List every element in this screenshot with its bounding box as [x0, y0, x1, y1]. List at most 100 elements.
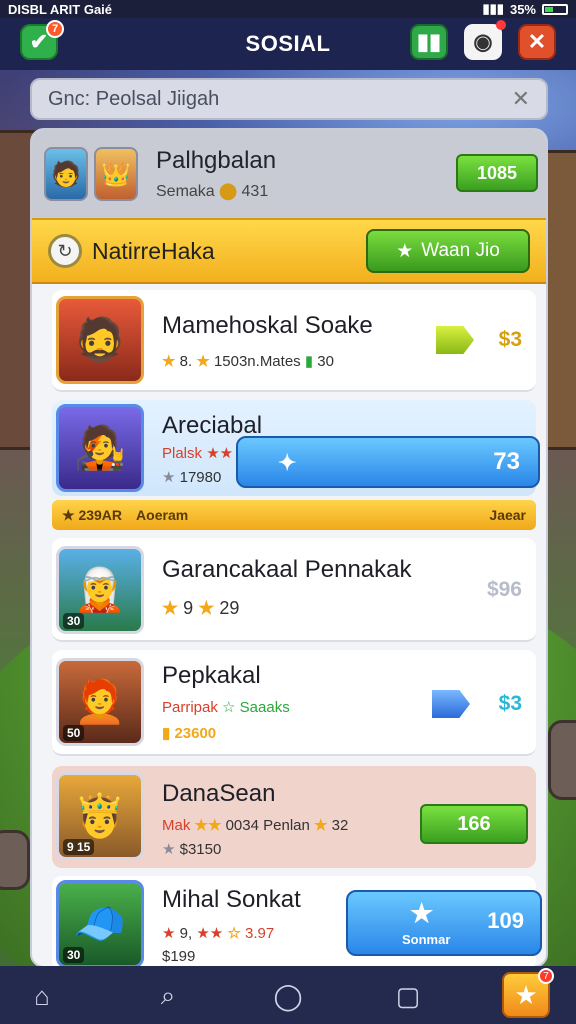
avatar: 🧑‍🦰 50: [56, 658, 144, 746]
player-value-button[interactable]: 166: [420, 804, 528, 844]
clear-icon[interactable]: ✕: [512, 86, 530, 112]
player-stat: 1503n.Mates: [213, 353, 301, 370]
star-icon: ☆: [222, 699, 236, 716]
reward-strip: ★ 239AR Aoeram Jaear: [52, 500, 536, 530]
player-price: $3: [498, 692, 522, 715]
player-stat: Parripak: [162, 699, 218, 716]
stats-button[interactable]: ▮▮: [410, 24, 448, 60]
star-icon: ★: [62, 506, 75, 523]
star-icon: ★: [162, 353, 176, 370]
list-item[interactable]: 🧑‍🦰 50 Pepkakal Parripak ☆ Saaaks ▮ 23600…: [52, 650, 536, 756]
search-icon[interactable]: ⌕: [146, 974, 190, 1018]
star-icon: ★: [198, 598, 215, 618]
notification-badge: 7: [46, 20, 64, 38]
gem-icon: ▮: [304, 353, 314, 370]
camera-button[interactable]: ◉: [464, 20, 506, 60]
player-stat: 17980: [179, 469, 222, 486]
star-icon: ★: [410, 898, 434, 928]
search-input[interactable]: Gnc: Peolsal Jiigah: [48, 88, 512, 111]
status-bar: DISBL ARIT Gaié ▮▮▮ 35%: [0, 0, 576, 18]
header-subtitle-value: 431: [241, 183, 269, 200]
carrier-text: DISBL ARIT Gaié: [8, 1, 113, 17]
player-stat: 29: [219, 598, 240, 618]
square-icon[interactable]: ▢: [386, 974, 430, 1018]
check-button[interactable]: ✔ 7: [20, 20, 64, 60]
star-icon: ★: [162, 841, 176, 858]
star-icon: ★: [314, 817, 328, 834]
arrow-tag-icon: [432, 690, 470, 718]
player-value-button[interactable]: ★ 109 Sonmar: [346, 890, 542, 956]
notification-badge: 7: [538, 968, 554, 984]
coin-icon: ⬤: [219, 183, 238, 200]
arrow-tag-icon: [436, 326, 474, 354]
bar-chart-icon: ▮▮: [416, 29, 442, 54]
star-icon: ★: [162, 925, 176, 942]
panel-header: 🧑 👑 Palhgbalan Semaka ⬤ 431 1085: [32, 130, 546, 218]
player-stat: Mak: [162, 817, 191, 834]
bottom-nav: ⌂ ⌕ ◯ ▢ ★ 7: [0, 966, 576, 1024]
star-icon: ☆: [227, 925, 241, 942]
player-price: $3: [498, 328, 522, 351]
level-badge: 50: [63, 725, 85, 741]
list-item[interactable]: 🧑‍🎤 Areciabal Plalsk ★★ ★ 17980 ✦ 73: [52, 400, 540, 496]
player-stat: 9: [183, 598, 194, 618]
circle-icon[interactable]: ◯: [266, 974, 310, 1018]
list-item[interactable]: 🧝 30 Garancakaal Pennakak ★ 9 ★ 29 $96: [52, 538, 536, 642]
star-icon: ★★: [194, 817, 222, 834]
avatar: 👑: [94, 147, 138, 201]
featured-banner: ↻ NatirreHaka ★ Waan Jio: [32, 218, 546, 284]
header-subtitle: Semaka: [156, 183, 215, 200]
check-icon: ✔: [29, 29, 49, 54]
player-stat: $3150: [179, 841, 222, 858]
battery-percent: 35%: [509, 1, 536, 17]
player-price: $96: [486, 578, 522, 601]
card-icon: ▮: [162, 725, 171, 742]
player-stat: 23600: [174, 725, 217, 742]
player-stat: 30: [317, 353, 334, 370]
player-stat: 8.: [179, 353, 193, 370]
battery-icon: [542, 3, 568, 15]
avatar: 🧔: [56, 296, 144, 384]
player-stat: 32: [331, 817, 349, 834]
player-name: Pepkakal: [162, 662, 261, 689]
star-icon: ★★: [206, 445, 234, 462]
level-badge: 9 15: [63, 839, 95, 855]
button-value: 109: [487, 908, 524, 933]
banner-title: NatirreHaka: [92, 237, 215, 264]
strip-left: ★ 239AR: [62, 506, 123, 523]
list-item[interactable]: 🤴 9 15 DanaSean Mak ★★ 0034 Penlan ★ 32 ★…: [52, 766, 536, 868]
camera-icon: ◉: [473, 29, 493, 54]
player-name: Garancakaal Pennakak: [162, 556, 412, 583]
list-item[interactable]: 🧢 30 Mihal Sonkat ★ 9, ★★ ☆ 3.97 $199 ★ 1…: [52, 876, 542, 966]
avatar: 🤴 9 15: [56, 772, 144, 860]
search-bar[interactable]: Gnc: Peolsal Jiigah ✕: [30, 78, 548, 120]
star-icon: ★: [514, 979, 538, 1010]
top-bar: ✔ 7 SOSIAL ▮▮ ◉ ✕: [0, 18, 576, 70]
button-label: Sonmar: [402, 932, 451, 947]
star-icon: ★: [162, 598, 179, 618]
avatar: 🧢 30: [56, 880, 144, 966]
star-icon: ★: [196, 353, 210, 370]
home-icon[interactable]: ⌂: [20, 974, 64, 1018]
close-button[interactable]: ✕: [518, 24, 556, 60]
close-icon: ✕: [527, 29, 547, 54]
banner-button-label: Waan Jio: [421, 240, 500, 261]
rock: [548, 720, 576, 800]
sparkle-icon: ✦: [278, 450, 297, 475]
button-value: 73: [493, 448, 520, 475]
player-stat: 9,: [179, 925, 193, 942]
list-item[interactable]: 🧔 Mamehoskal Soake ★ 8. ★ 1503n.Mates ▮ …: [52, 290, 536, 392]
rock: [0, 830, 30, 890]
banner-action-button[interactable]: ★ Waan Jio: [366, 229, 530, 273]
avatar: 🧝 30: [56, 546, 144, 634]
header-value-button[interactable]: 1085: [456, 154, 538, 192]
page-title: SOSIAL: [245, 31, 331, 56]
star-icon: ★: [162, 469, 176, 486]
player-name: Mamehoskal Soake: [162, 312, 373, 339]
signal-icon: ▮▮▮: [482, 1, 504, 16]
refresh-icon: ↻: [48, 234, 82, 268]
player-value-button[interactable]: ✦ 73: [236, 436, 540, 488]
favorites-button[interactable]: ★ 7: [502, 968, 554, 1018]
star-icon: ★: [396, 240, 414, 262]
strip-right: Jaear: [489, 507, 526, 523]
